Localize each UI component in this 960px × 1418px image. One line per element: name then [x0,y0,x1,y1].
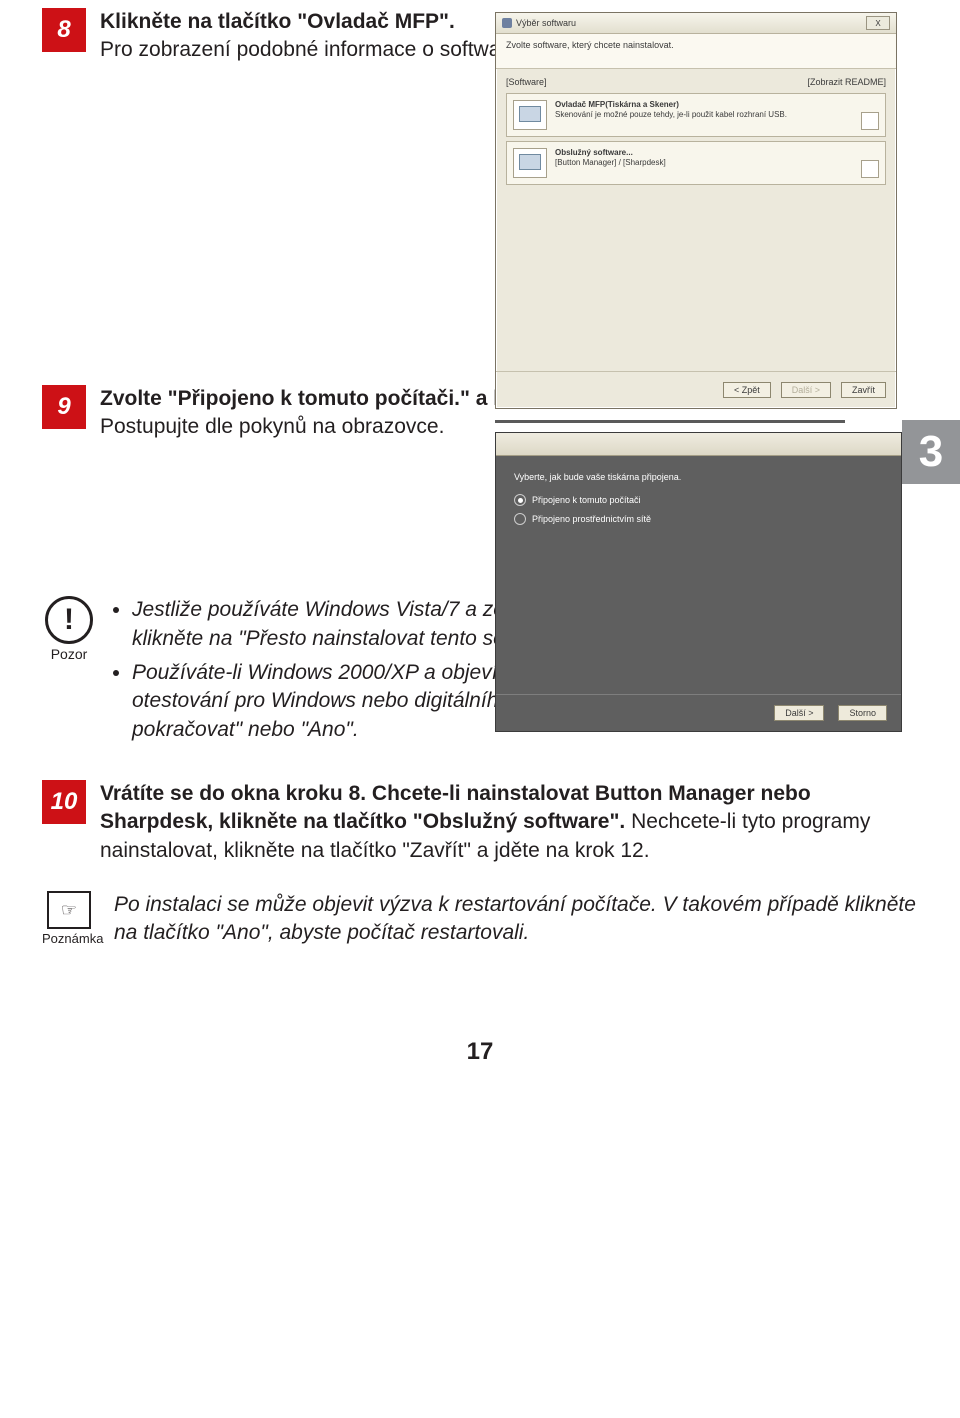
installer-close-button[interactable]: X [866,16,890,30]
step-9-divider [495,420,845,423]
note-block: ☞ Poznámka Po instalaci se může objevit … [42,891,918,948]
chapter-tab: 3 [902,420,960,484]
installer-window: Výběr softwaru X Zvolte software, který … [495,12,897,409]
installer-col-software: [Software] [506,77,547,87]
printer-scanner-icon [513,100,547,130]
connection-titlebar [496,433,901,456]
radio2-label: Připojeno prostřednictvím sítě [532,514,651,524]
step-10-badge: 10 [42,780,86,824]
installer-headline: Zvolte software, který chcete nainstalov… [496,34,896,69]
connection-dialog: Vyberte, jak bude vaše tiskárna připojen… [495,432,902,732]
installer-item1-title: Ovladač MFP(Tiskárna a Skener) [555,100,679,109]
caution-icon: ! [45,596,93,644]
connection-next-button[interactable]: Další > [774,705,824,721]
installer-item-utility-software[interactable]: Obslužný software... [Button Manager] / … [506,141,886,185]
caution-label: Pozor [42,646,96,662]
radio-connected-network[interactable]: Připojeno prostřednictvím sítě [514,513,883,525]
installer-title: Výběr softwaru [516,18,862,28]
radio1-label: Připojeno k tomuto počítači [532,495,641,505]
installer-item2-body: [Button Manager] / [Sharpdesk] [555,158,666,167]
radio-icon-unselected [514,513,526,525]
step-10-row: 10 Vrátíte se do okna kroku 8. Chcete-li… [42,780,918,865]
note-label: Poznámka [42,931,96,946]
radio-connected-this-pc[interactable]: Připojeno k tomuto počítači [514,494,883,506]
note-body: Po instalaci se může objevit výzva k res… [114,891,918,948]
utility-software-icon [513,148,547,178]
installer-col-readme[interactable]: [Zobrazit README] [807,77,886,87]
step-8-badge: 8 [42,8,86,52]
note-icon: ☞ [47,891,91,929]
installer-back-button[interactable]: < Zpět [723,382,771,398]
connection-heading: Vyberte, jak bude vaše tiskárna připojen… [514,472,883,482]
radio-icon-selected [514,494,526,506]
installer-item-mfp-driver[interactable]: Ovladač MFP(Tiskárna a Skener) Skenování… [506,93,886,137]
installer-item1-readme-button[interactable] [861,112,879,130]
connection-cancel-button[interactable]: Storno [838,705,887,721]
page-number: 17 [42,1038,918,1066]
installer-titlebar: Výběr softwaru X [496,13,896,34]
installer-next-button[interactable]: Další > [781,382,831,398]
installer-app-icon [502,18,512,28]
installer-item1-body: Skenování je možné pouze tehdy, je-li po… [555,110,787,119]
installer-item2-readme-button[interactable] [861,160,879,178]
installer-item2-title: Obslužný software... [555,148,633,157]
installer-close-footer-button[interactable]: Zavřít [841,382,886,398]
step-9-badge: 9 [42,385,86,429]
